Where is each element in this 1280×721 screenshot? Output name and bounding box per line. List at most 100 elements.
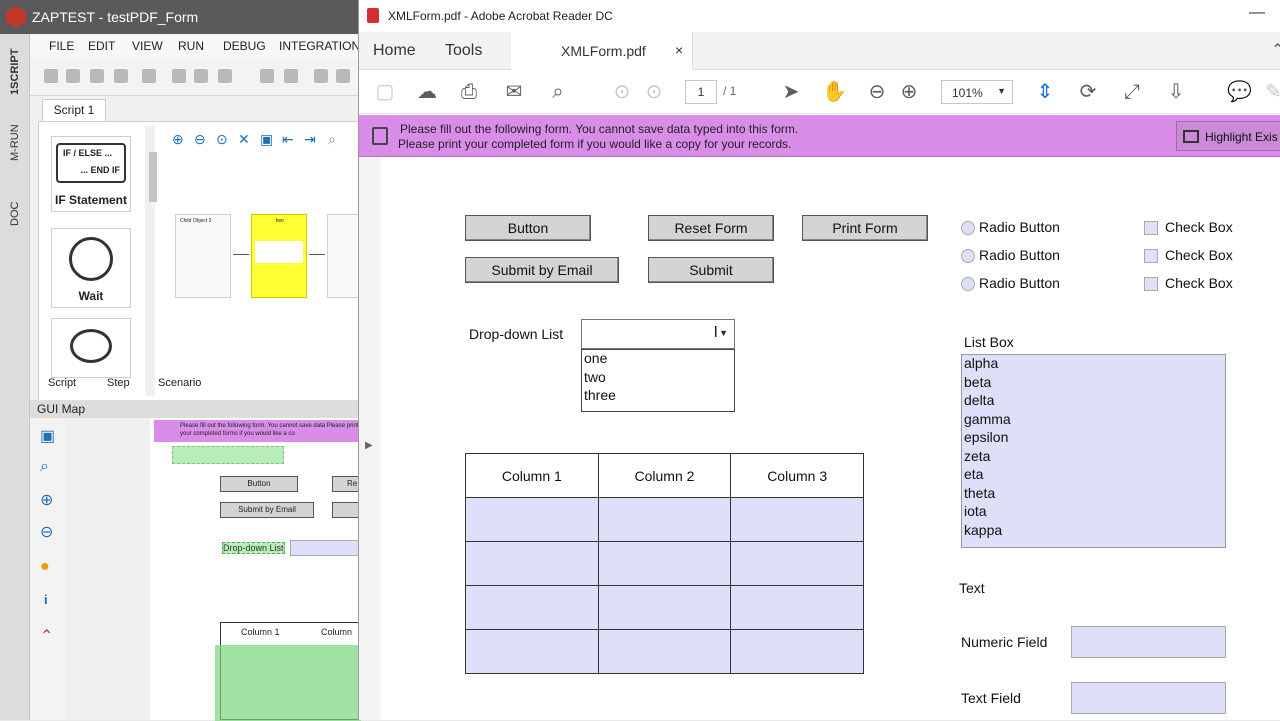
block-if-statement[interactable]: IF / ELSE ... ... END IF IF Statement [51,136,131,212]
table-cell[interactable] [465,497,599,542]
email-icon[interactable]: ✉ [502,80,526,104]
open-icon[interactable] [66,69,80,83]
new-icon[interactable] [44,69,58,83]
table-cell[interactable] [597,541,732,586]
fit-page-icon[interactable]: ⇕ [1033,80,1057,104]
table-cell[interactable] [597,585,732,630]
undo-icon[interactable] [314,69,328,83]
radio-button-1[interactable] [961,221,975,235]
print-icon[interactable]: ⎙ [457,80,481,104]
script-tab[interactable]: Script 1 [42,99,106,121]
table-cell[interactable] [465,541,599,586]
list-item[interactable]: zeta [964,448,990,464]
page-up-icon[interactable]: ⊙ [610,80,634,104]
select-cursor-icon[interactable]: ➤ [779,80,803,104]
table-cell[interactable] [730,585,864,630]
checkbox-3[interactable] [1144,277,1158,291]
block-comment[interactable] [51,318,131,378]
comment-icon[interactable]: 💬 [1227,80,1252,104]
palette-scroll-thumb[interactable] [149,152,157,202]
preview-submit[interactable] [332,502,360,518]
lightbulb-icon[interactable]: ● [40,558,50,576]
canvas-node-partial[interactable] [327,214,360,298]
tab-tools[interactable]: Tools [445,42,482,60]
preview-button[interactable]: Button [220,476,298,492]
fit-icon[interactable]: ✕ [238,131,250,148]
tab-scenario[interactable]: Scenario [158,377,201,389]
upload-icon[interactable]: ☁ [415,80,439,104]
menu-run[interactable]: RUN [178,39,204,53]
table-cell[interactable] [597,629,732,674]
rotate-icon[interactable]: ⟳ [1076,80,1100,104]
preview-reset[interactable]: Re [332,476,360,492]
paste-icon[interactable] [218,69,232,83]
menu-debug[interactable]: DEBUG [223,39,266,53]
info-icon[interactable]: i [44,592,48,607]
close-tab-icon[interactable]: × [675,42,683,58]
align-icon[interactable] [260,69,274,83]
zoom-out-icon[interactable]: ⊖ [194,131,206,148]
canvas-node-child-object[interactable]: Child Object 3 [175,214,231,298]
highlight-fields-button[interactable]: Highlight Exis [1176,121,1280,151]
print-form-button[interactable]: Print Form [802,215,928,241]
table-cell[interactable] [465,585,599,630]
table-cell[interactable] [465,629,599,674]
dropdown-option-three[interactable]: three [584,387,616,403]
fullscreen-icon[interactable]: ⤢ [1120,80,1144,104]
cut-icon[interactable] [172,69,186,83]
zoom-select[interactable]: 101% ▼ [941,80,1013,104]
list-item[interactable]: eta [964,466,983,482]
zoom-in-icon[interactable]: ⊕ [40,490,53,510]
select-frame-icon[interactable]: ▣ [40,426,55,446]
menu-file[interactable]: FILE [49,39,74,53]
save-icon[interactable] [90,69,104,83]
zoom-in-icon[interactable]: ⊕ [172,131,184,148]
table-cell[interactable] [730,497,864,542]
copy-icon[interactable] [194,69,208,83]
table-cell[interactable] [597,497,732,542]
tab-home[interactable]: Home [373,42,416,60]
block-wait[interactable]: Wait [51,228,131,308]
zoom-in-icon[interactable]: ⊕ [897,80,921,104]
list-item[interactable]: iota [964,503,987,519]
minimize-button[interactable]: — [1249,4,1265,22]
canvas-node-two[interactable]: two [251,214,307,298]
search-icon[interactable]: ⌕ [40,458,49,476]
radio-button-3[interactable] [961,277,975,291]
scroll-up-icon[interactable]: ⌃ [1271,40,1280,60]
page-number-input[interactable]: 1 [685,80,717,104]
numeric-field[interactable] [1071,626,1226,658]
first-icon[interactable]: ⇤ [282,131,294,148]
menu-integrations[interactable]: INTEGRATIONS [279,39,368,53]
collapse-up-icon[interactable]: ⌃ [40,626,53,646]
text-field[interactable] [1071,682,1226,714]
checkbox-2[interactable] [1144,249,1158,263]
zoom-out-icon[interactable]: ⊖ [40,522,53,542]
save-icon[interactable]: ▢ [373,80,397,104]
search-icon[interactable]: ⌕ [328,131,336,148]
tab-script[interactable]: Script [48,377,76,389]
dropdown-field[interactable]: I ▼ [581,319,735,349]
submit-button[interactable]: Submit [648,257,774,283]
menu-edit[interactable]: EDIT [88,39,115,53]
side-tab-mrun[interactable]: M-RUN [0,118,30,168]
page-down-icon[interactable]: ⊙ [642,80,666,104]
list-item[interactable]: delta [964,392,994,408]
checkbox-1[interactable] [1144,221,1158,235]
tab-document[interactable]: XMLForm.pdf × [511,32,693,70]
table-cell[interactable] [730,541,864,586]
preview-submit-email[interactable]: Submit by Email [220,502,314,518]
redo-icon[interactable] [336,69,350,83]
search-icon[interactable]: ⌕ [546,80,570,104]
menu-view[interactable]: VIEW [132,39,163,53]
list-item[interactable]: theta [964,485,995,501]
list-item[interactable]: kappa [964,522,1002,538]
preview-dropdown[interactable] [290,540,360,556]
listbox-field[interactable]: alpha beta delta gamma epsilon zeta eta … [961,354,1226,548]
hand-tool-icon[interactable]: ✋ [822,80,847,104]
list-item[interactable]: epsilon [964,429,1008,445]
last-icon[interactable]: ⇥ [304,131,316,148]
frame-icon[interactable]: ▣ [260,131,273,148]
submit-by-email-button[interactable]: Submit by Email [465,257,619,283]
list-item[interactable]: alpha [964,355,998,371]
